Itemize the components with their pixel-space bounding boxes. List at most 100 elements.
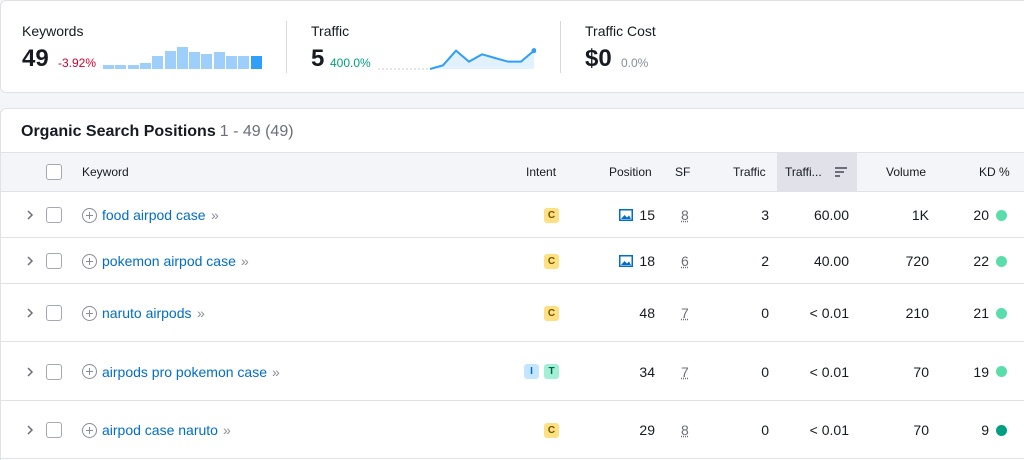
traffic-percent-value: 40.00 — [813, 253, 849, 269]
add-to-list-icon[interactable] — [82, 422, 97, 438]
image-serp-icon — [619, 255, 633, 267]
sf-link[interactable]: 7 — [681, 305, 689, 321]
row-checkbox[interactable] — [46, 363, 62, 380]
expand-chevron-icon[interactable] — [25, 308, 35, 318]
sf-link[interactable]: 6 — [681, 253, 689, 269]
trend-bar — [139, 63, 151, 69]
add-to-list-icon[interactable] — [82, 207, 97, 223]
traffic-cost-change: 0.0% — [621, 56, 649, 70]
intent-badge: I — [524, 364, 539, 379]
traffic-value: 2 — [761, 253, 769, 269]
kd-value: 22 — [973, 253, 989, 269]
kd-difficulty-dot — [996, 307, 1007, 319]
add-to-list-icon[interactable] — [82, 253, 97, 269]
kd-value: 21 — [973, 305, 989, 321]
kd-value: 9 — [981, 422, 989, 438]
trend-bar — [115, 65, 127, 69]
expand-chevron-icon[interactable] — [25, 366, 35, 377]
double-chevron-icon[interactable]: » — [241, 253, 249, 269]
column-header-volume[interactable]: Volume — [886, 153, 926, 191]
position-value: 15 — [639, 207, 655, 223]
column-header-kd[interactable]: KD % — [979, 153, 1010, 191]
kd-difficulty-dot — [996, 424, 1007, 436]
add-to-list-icon[interactable] — [82, 305, 97, 321]
trend-bar — [127, 65, 139, 69]
column-header-traffic[interactable]: Traffic — [733, 153, 766, 191]
trend-bar — [103, 65, 114, 69]
table-row[interactable]: airpod case naruto » C 29 8 0 < 0.01 70 9 — [1, 401, 1024, 459]
keywords-change: -3.92% — [58, 56, 97, 70]
row-checkbox[interactable] — [46, 253, 62, 269]
keywords-title: Keywords — [22, 23, 84, 39]
volume-value: 1K — [911, 207, 929, 223]
keyword-link[interactable]: airpods pro pokemon case — [102, 364, 267, 380]
keyword-link[interactable]: pokemon airpod case — [102, 253, 236, 269]
intent-badge: C — [544, 305, 559, 321]
traffic-value: 0 — [761, 422, 769, 438]
select-all-checkbox[interactable] — [46, 164, 62, 180]
column-header-traffic-percent[interactable]: Traffi... — [777, 153, 857, 191]
traffic-value: 5 — [311, 45, 325, 72]
trend-bar — [152, 56, 164, 69]
keywords-value: 49 — [22, 45, 49, 72]
sf-link[interactable]: 7 — [681, 364, 689, 380]
trend-bar — [201, 54, 213, 69]
volume-value: 720 — [905, 253, 929, 269]
volume-value: 70 — [913, 422, 929, 438]
column-header-intent[interactable]: Intent — [526, 153, 556, 191]
table-row[interactable]: pokemon airpod case » C 18 6 2 40.00 720 22 — [1, 238, 1024, 284]
add-to-list-icon[interactable] — [82, 364, 97, 379]
position-value: 18 — [639, 253, 655, 269]
row-checkbox[interactable] — [46, 305, 62, 321]
sf-link[interactable]: 8 — [681, 422, 689, 438]
table-title: Organic Search Positions 1 - 49 (49) — [21, 123, 294, 141]
traffic-percent-value: 60.00 — [813, 207, 849, 223]
expand-chevron-icon[interactable] — [25, 425, 35, 435]
traffic-title: Traffic — [311, 23, 350, 39]
expand-chevron-icon[interactable] — [25, 210, 35, 220]
double-chevron-icon[interactable]: » — [197, 305, 205, 321]
traffic-percent-value: < 0.01 — [809, 422, 849, 438]
row-checkbox[interactable] — [46, 422, 62, 438]
double-chevron-icon[interactable]: » — [223, 422, 231, 438]
keyword-link[interactable]: airpod case naruto — [102, 422, 218, 438]
traffic-cost-value: $0 — [585, 45, 612, 72]
kd-difficulty-dot — [996, 209, 1007, 221]
kd-difficulty-dot — [996, 366, 1007, 377]
traffic-value: 0 — [761, 363, 769, 380]
trend-bar — [226, 56, 237, 69]
table-row[interactable]: naruto airpods » C 48 7 0 < 0.01 210 21 — [1, 284, 1024, 342]
column-header-keyword[interactable]: Keyword — [82, 153, 129, 191]
intent-badge: C — [544, 253, 559, 269]
trend-bar — [164, 50, 176, 69]
traffic-percent-value: < 0.01 — [809, 305, 849, 321]
sf-link[interactable]: 8 — [681, 207, 689, 223]
table-header: Keyword Intent Position SF Traffic Traff… — [1, 152, 1024, 192]
column-header-position[interactable]: Position — [609, 153, 652, 191]
kd-value: 19 — [973, 363, 989, 380]
intent-badge: T — [544, 364, 559, 379]
row-checkbox[interactable] — [46, 207, 62, 223]
table-row[interactable]: food airpod case » C 15 8 3 60.00 1K 20 — [1, 192, 1024, 238]
double-chevron-icon[interactable]: » — [272, 364, 280, 380]
table-range: 1 - 49 (49) — [219, 123, 294, 140]
divider — [286, 21, 287, 73]
keyword-link[interactable]: food airpod case — [102, 207, 206, 223]
traffic-percent-value: < 0.01 — [809, 363, 849, 380]
column-header-sf[interactable]: SF — [675, 153, 690, 191]
position-value: 34 — [639, 363, 655, 380]
keywords-trend-chart — [103, 45, 263, 69]
sort-descending-icon — [835, 167, 847, 177]
trend-bar — [189, 52, 201, 69]
double-chevron-icon[interactable]: » — [211, 207, 219, 223]
trend-bar — [213, 52, 225, 69]
table-row[interactable]: airpods pro pokemon case» I T 34 7 0 < 0.01 70 1… — [1, 342, 1024, 401]
expand-chevron-icon[interactable] — [25, 256, 35, 266]
keyword-link[interactable]: naruto airpods — [102, 305, 192, 321]
traffic-value: 3 — [761, 207, 769, 223]
position-value: 29 — [639, 422, 655, 438]
trend-bar — [238, 56, 250, 69]
trend-bar — [176, 46, 188, 69]
traffic-value: 0 — [761, 305, 769, 321]
traffic-trend-chart — [378, 48, 536, 70]
